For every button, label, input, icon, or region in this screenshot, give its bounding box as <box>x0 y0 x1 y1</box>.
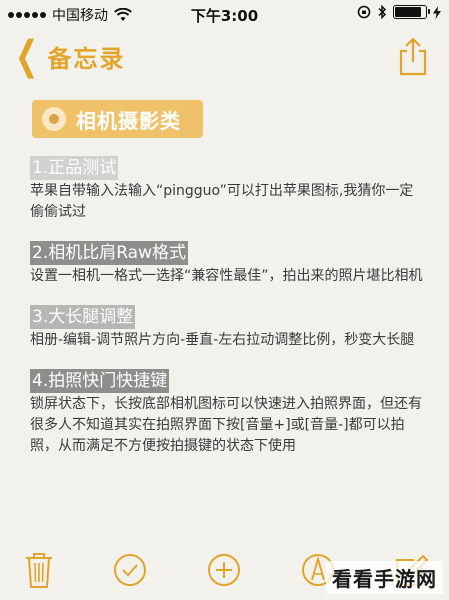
watermark: 看看手游网 <box>326 561 443 594</box>
checkmark-icon <box>114 554 146 586</box>
share-icon <box>399 37 427 76</box>
battery-icon <box>393 5 430 19</box>
back-label: 备忘录 <box>47 44 126 73</box>
note-section-4: 4.拍照快门快捷键 锁屏状态下，长按底部相机图标可以快速进入拍照界面，但还有很多… <box>30 369 430 457</box>
camera-lens-icon <box>42 107 66 131</box>
battery-fill <box>395 7 421 17</box>
note-section-2: 2.相机比肩Raw格式 设置一相机一格式一选择“兼容性最佳”，拍出来的照片堪比相… <box>30 241 430 287</box>
back-button[interactable]: ❮ 备忘录 <box>10 36 126 76</box>
note-section-1: 1.正品测试 苹果自带输入法输入“pingguo”可以打出苹果图标,我猜你一定偷… <box>30 156 430 223</box>
category-tag: 相机摄影类 <box>32 100 203 138</box>
trash-icon <box>26 553 52 588</box>
nav-bar: ❮ 备忘录 <box>0 34 449 80</box>
orientation-lock-icon <box>357 5 371 19</box>
section-heading: 4.拍照快门快捷键 <box>30 369 170 393</box>
checklist-button[interactable] <box>112 550 146 590</box>
charging-bolt-icon <box>433 5 441 19</box>
status-bar: 中国移动 下午3:00 <box>0 0 449 28</box>
delete-button[interactable] <box>22 550 56 590</box>
chevron-left-icon: ❮ <box>15 33 39 79</box>
section-body: 设置一相机一格式一选择“兼容性最佳”，拍出来的照片堪比相机 <box>30 268 423 284</box>
category-label: 相机摄影类 <box>76 108 181 133</box>
add-icon <box>208 554 240 586</box>
note-content[interactable]: 相机摄影类 1.正品测试 苹果自带输入法输入“pingguo”可以打出苹果图标,… <box>30 100 430 457</box>
section-body: 相册-编辑-调节照片方向-垂直-左右拉动调整比例，秒变大长腿 <box>30 332 415 348</box>
share-button[interactable] <box>397 36 429 76</box>
section-heading: 1.正品测试 <box>30 156 119 180</box>
section-heading: 3.大长腿调整 <box>30 305 136 329</box>
section-body: 苹果自带输入法输入“pingguo”可以打出苹果图标,我猜你一定偷偷试过 <box>30 183 414 220</box>
note-section-3: 3.大长腿调整 相册-编辑-调节照片方向-垂直-左右拉动调整比例，秒变大长腿 <box>30 305 430 351</box>
bottom-toolbar: 看看手游网 <box>0 548 449 600</box>
add-button[interactable] <box>206 550 240 590</box>
section-body: 锁屏状态下，长按底部相机图标可以快速进入拍照界面，但还有很多人不知道其实在拍照界… <box>30 396 422 454</box>
status-right <box>357 5 441 19</box>
bluetooth-icon <box>378 5 387 19</box>
section-heading: 2.相机比肩Raw格式 <box>30 241 188 265</box>
